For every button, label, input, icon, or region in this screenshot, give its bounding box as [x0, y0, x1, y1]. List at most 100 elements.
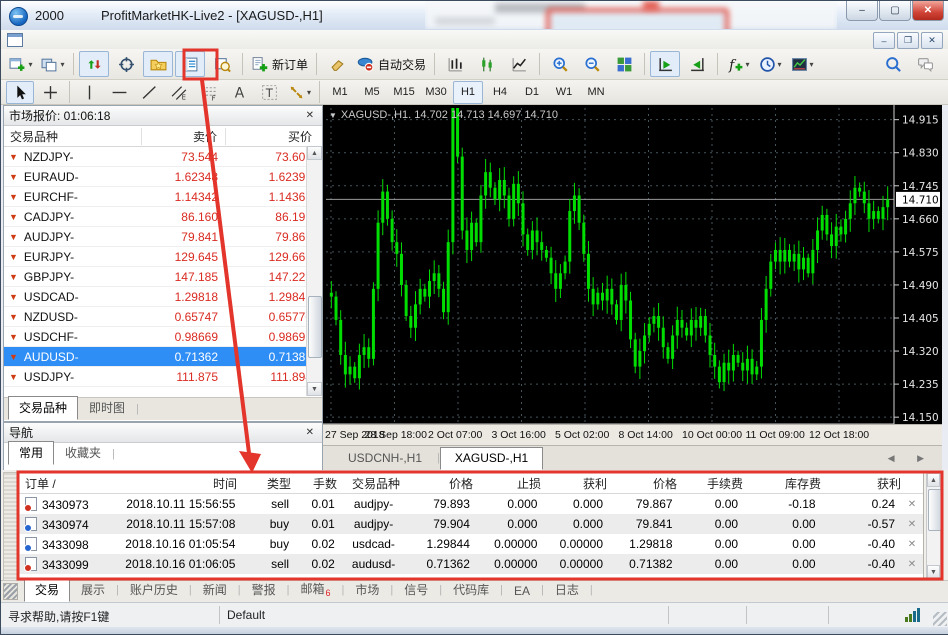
col-header-9[interactable]: 价格 — [613, 475, 683, 492]
new-chart-button[interactable]: ▾ — [6, 51, 36, 77]
market-row-audusd[interactable]: ▼ AUDUSD- 0.71362 0.71382 — [4, 347, 322, 367]
col-header-12[interactable]: 获利 — [827, 475, 907, 492]
eraser-button[interactable] — [322, 51, 352, 77]
terminal-tab-9[interactable]: 代码库 — [442, 578, 500, 602]
new-order-button[interactable]: 新订单 — [248, 51, 311, 77]
navigator-tab-1[interactable]: 常用 — [8, 441, 55, 465]
timeframe-w1[interactable]: W1 — [549, 81, 579, 104]
terminal-tab-3[interactable]: 账户历史 — [119, 578, 189, 602]
terminal-button[interactable] — [175, 51, 205, 77]
indicators-dropdown-icon[interactable]: ▾ — [746, 60, 750, 69]
chart-tab-2[interactable]: XAGUSD-,H1 — [439, 447, 544, 470]
chart-window[interactable]: 14.915 14.830 14.745 14.660 14.575 14.490 14.4… — [323, 105, 942, 470]
strategy-tester-button[interactable] — [207, 51, 237, 77]
market-row-usdcad[interactable]: ▼ USDCAD- 1.29818 1.29843 — [4, 287, 322, 307]
col-header-8[interactable]: 获利 — [547, 475, 613, 492]
zoom-out-button[interactable] — [577, 51, 607, 77]
mdi-restore-button[interactable]: ❐ — [897, 32, 919, 49]
chart-canvas[interactable]: 14.915 14.830 14.745 14.660 14.575 14.490 14.4… — [323, 105, 942, 445]
cursor-button[interactable] — [6, 80, 34, 104]
col-header-10[interactable]: 手续费 — [683, 475, 749, 492]
resize-grip[interactable] — [933, 612, 947, 626]
auto-trading-button[interactable]: 自动交易 — [354, 51, 429, 77]
col-header-7[interactable]: 止损 — [479, 475, 547, 492]
dock-grip-icon[interactable] — [3, 583, 18, 600]
profiles-dropdown-icon[interactable]: ▾ — [60, 60, 64, 69]
terminal-tab-4[interactable]: 新闻 — [192, 578, 238, 602]
maximize-button[interactable]: ▢ — [879, 1, 911, 21]
col-bid[interactable]: 卖价 — [142, 127, 226, 145]
mdi-minimize-button[interactable]: – — [873, 32, 895, 49]
mdi-close-button[interactable]: ✕ — [921, 32, 943, 49]
timeframe-m15[interactable]: M15 — [389, 81, 419, 104]
crosshair-button[interactable] — [36, 81, 64, 104]
market-row-audjpy[interactable]: ▼ AUDJPY- 79.841 79.867 — [4, 227, 322, 247]
col-header-1[interactable]: 订单 / — [19, 475, 113, 492]
chat-button[interactable] — [910, 51, 940, 77]
periods-button[interactable]: ▾ — [755, 51, 785, 77]
market-row-nzdjpy[interactable]: ▼ NZDJPY- 73.544 73.601 — [4, 147, 322, 167]
status-profile[interactable]: Default — [227, 608, 265, 622]
market-row-euraud[interactable]: ▼ EURAUD- 1.62348 1.62391 — [4, 167, 322, 187]
market-watch-close-icon[interactable]: ✕ — [303, 110, 317, 121]
close-order-icon[interactable]: ✕ — [901, 539, 923, 550]
timeframe-h4[interactable]: H4 — [485, 81, 515, 104]
trend-line-button[interactable] — [135, 81, 163, 104]
terminal-tab-2[interactable]: 展示 — [70, 578, 116, 602]
line-chart-button[interactable] — [504, 51, 534, 77]
search-button[interactable] — [878, 51, 908, 77]
terminal-grip[interactable] — [3, 472, 18, 582]
chart-collapse-icon[interactable]: ▼ — [329, 111, 337, 120]
indicators-button[interactable]: f ▾ — [723, 51, 753, 77]
chart-shift-button[interactable] — [682, 51, 712, 77]
market-row-eurchf[interactable]: ▼ EURCHF- 1.14342 1.14368 — [4, 187, 322, 207]
order-row-3433098[interactable]: 3433098 2018.10.16 01:05:54 buy 0.02 usdcad-… — [19, 534, 923, 554]
text-button[interactable]: A — [225, 81, 253, 104]
market-row-gbpjpy[interactable]: ▼ GBPJPY- 147.185 147.221 — [4, 267, 322, 287]
navigator-tab-2[interactable]: 收藏夹 — [54, 441, 112, 465]
market-watch-tab-2[interactable]: 即时图 — [78, 396, 136, 420]
close-order-icon[interactable]: ✕ — [901, 559, 923, 570]
fibonacci-button[interactable]: F — [195, 81, 223, 104]
vertical-line-button[interactable] — [75, 81, 103, 104]
close-order-icon[interactable]: ✕ — [901, 499, 923, 510]
terminal-tab-10[interactable]: EA — [503, 581, 541, 602]
tile-windows-button[interactable] — [609, 51, 639, 77]
market-row-usdchf[interactable]: ▼ USDCHF- 0.98669 0.98691 — [4, 327, 322, 347]
terminal-tab-8[interactable]: 信号 — [393, 578, 439, 602]
zoom-in-button[interactable] — [545, 51, 575, 77]
chart-tab-1[interactable]: USDCNH-,H1 — [333, 447, 437, 470]
arrows-button[interactable]: ▾ — [285, 81, 314, 104]
timeframe-m30[interactable]: M30 — [421, 81, 451, 104]
text-label-button[interactable]: T — [255, 81, 283, 104]
timeframe-m5[interactable]: M5 — [357, 81, 387, 104]
timeframe-mn[interactable]: MN — [581, 81, 611, 104]
chart-tab-scroll-arrows[interactable]: ◀ ▶ — [888, 453, 934, 464]
bar-chart-button[interactable] — [440, 51, 470, 77]
templates-dropdown-icon[interactable]: ▾ — [810, 60, 814, 69]
col-header-5[interactable]: 交易品种 — [343, 475, 409, 492]
timeframe-d1[interactable]: D1 — [517, 81, 547, 104]
col-header-3[interactable]: 类型 — [243, 475, 297, 492]
market-watch-tab-1[interactable]: 交易品种 — [8, 396, 79, 420]
candle-chart-button[interactable] — [472, 51, 502, 77]
terminal-tab-5[interactable]: 警报 — [241, 578, 287, 602]
close-order-icon[interactable]: ✕ — [901, 519, 923, 530]
terminal-tab-7[interactable]: 市场 — [344, 578, 390, 602]
market-watch-scrollbar[interactable]: ▲ ▼ — [306, 146, 322, 396]
col-header-2[interactable]: 时间 — [113, 475, 243, 492]
close-button[interactable]: ✕ — [912, 1, 944, 21]
channel-button[interactable]: E — [165, 81, 193, 104]
navigator-button[interactable] — [143, 51, 173, 77]
market-row-eurjpy[interactable]: ▼ EURJPY- 129.645 129.667 — [4, 247, 322, 267]
terminal-tab-1[interactable]: 交易 — [24, 578, 71, 602]
order-row-3430974[interactable]: 3430974 2018.10.11 15:57:08 buy 0.01 audjpy-… — [19, 514, 923, 534]
new-chart-dropdown-icon[interactable]: ▾ — [28, 60, 32, 69]
timeframe-m1[interactable]: M1 — [325, 81, 355, 104]
order-row-3433099[interactable]: 3433099 2018.10.16 01:06:05 sell 0.02 audusd… — [19, 554, 923, 574]
profiles-button[interactable]: ▾ — [38, 51, 68, 77]
col-header-11[interactable]: 库存费 — [749, 475, 827, 492]
arrows-dropdown-icon[interactable]: ▾ — [307, 88, 311, 97]
navigator-close-icon[interactable]: ✕ — [303, 427, 317, 438]
terminal-tab-6[interactable]: 邮箱6 — [290, 577, 342, 602]
